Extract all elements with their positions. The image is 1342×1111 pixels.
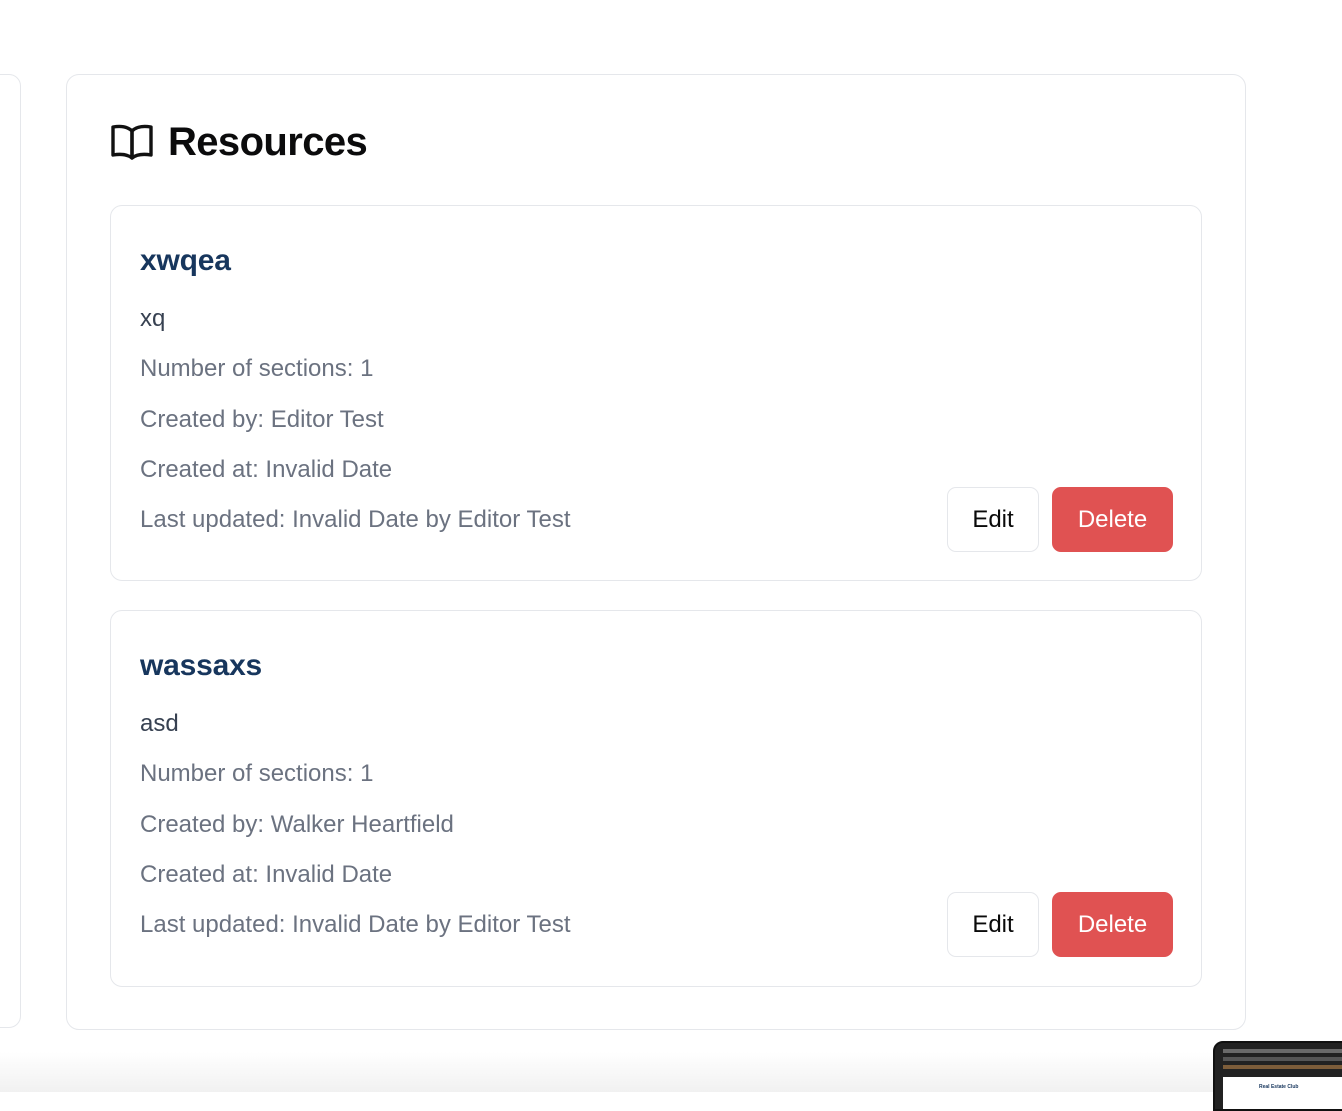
resources-header: Resources — [111, 119, 368, 165]
resource-description: asd — [140, 710, 179, 737]
delete-button[interactable]: Delete — [1052, 487, 1173, 552]
resource-card: wassaxs asd Number of sections: 1 Create… — [110, 610, 1202, 987]
bottom-fade — [0, 1052, 1342, 1092]
resource-created-by: Created by: Walker Heartfield — [140, 811, 454, 838]
resources-title: Resources — [168, 120, 368, 164]
screenshot-preview-thumbnail[interactable]: Real Estate Club — [1213, 1041, 1342, 1111]
resource-sections-count: Number of sections: 1 — [140, 355, 374, 382]
delete-button[interactable]: Delete — [1052, 892, 1173, 957]
thumbnail-menu-bar — [1223, 1049, 1342, 1053]
resource-last-updated: Last updated: Invalid Date by Editor Tes… — [140, 911, 571, 938]
edit-button[interactable]: Edit — [947, 487, 1039, 552]
left-panel — [0, 74, 21, 1028]
book-open-icon — [111, 123, 153, 161]
resource-description: xq — [140, 305, 166, 332]
resource-name: wassaxs — [140, 649, 263, 682]
thumbnail-bookmark-bar — [1223, 1065, 1342, 1069]
resources-panel: Resources xwqea xq Number of sections: 1… — [66, 74, 1246, 1030]
resource-created-at: Created at: Invalid Date — [140, 456, 393, 483]
resource-card: xwqea xq Number of sections: 1 Created b… — [110, 205, 1202, 581]
thumbnail-page: Real Estate Club — [1223, 1077, 1342, 1109]
thumbnail-tab-bar — [1223, 1057, 1342, 1061]
resource-created-at: Created at: Invalid Date — [140, 861, 393, 888]
thumbnail-title: Real Estate Club — [1259, 1084, 1299, 1090]
resource-created-by: Created by: Editor Test — [140, 406, 384, 433]
resource-name: xwqea — [140, 244, 231, 277]
resource-sections-count: Number of sections: 1 — [140, 760, 374, 787]
edit-button[interactable]: Edit — [947, 892, 1039, 957]
resource-last-updated: Last updated: Invalid Date by Editor Tes… — [140, 506, 571, 533]
